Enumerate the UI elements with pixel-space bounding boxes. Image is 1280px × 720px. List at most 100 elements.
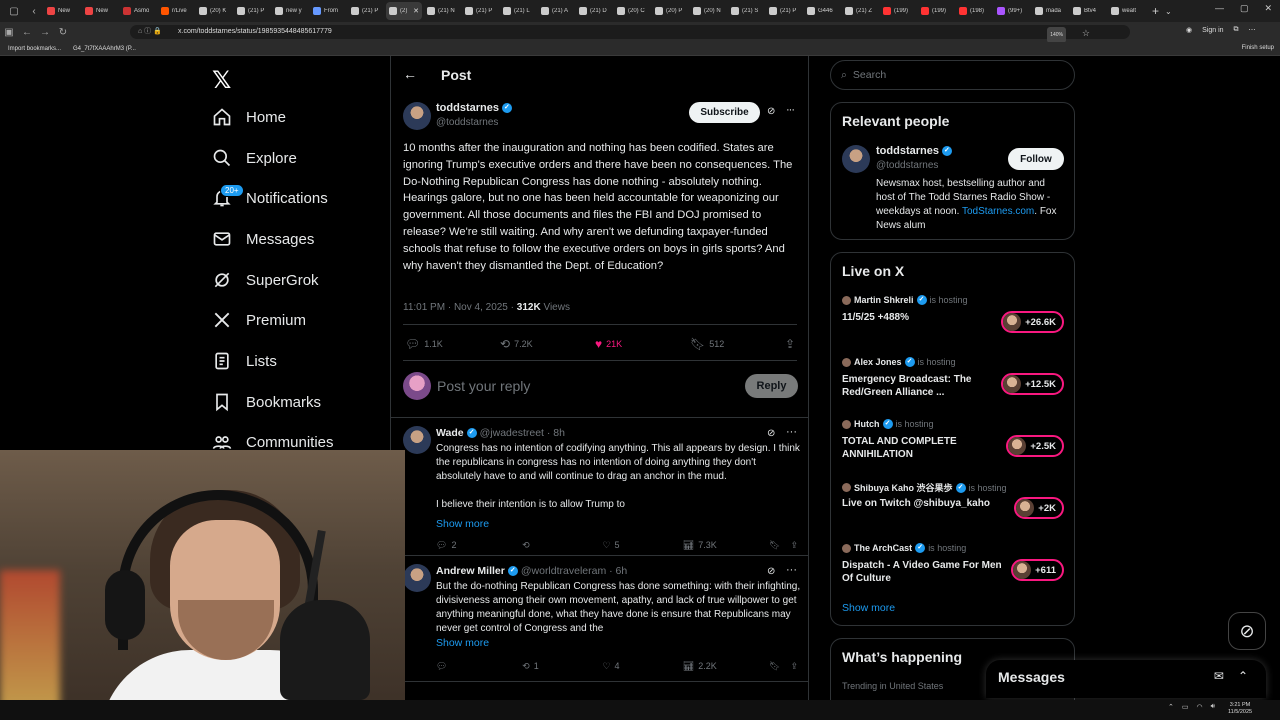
- browser-tab[interactable]: From: [310, 2, 346, 20]
- browser-tab[interactable]: (21) L: [500, 2, 536, 20]
- bookmark-star-icon[interactable]: ☆: [1082, 26, 1090, 40]
- grok-icon[interactable]: ⊘: [767, 566, 775, 577]
- live-listener-count[interactable]: +2K: [1014, 497, 1064, 519]
- menu-icon[interactable]: ⋯: [1249, 26, 1256, 34]
- reply-item[interactable]: Wade ✓ @jwadestreet · 8h ⊘ ··· Congress …: [391, 418, 809, 556]
- browser-tab[interactable]: r/Live: [158, 2, 194, 20]
- relevant-person-handle[interactable]: @toddstarnes: [876, 160, 938, 171]
- browser-tab[interactable]: G446: [804, 2, 840, 20]
- share-action[interactable]: ⇪: [785, 337, 795, 351]
- browser-tab[interactable]: wealt: [1108, 2, 1144, 20]
- network-icon[interactable]: ▭: [1182, 703, 1189, 711]
- nav-lists[interactable]: Lists: [212, 346, 277, 376]
- back-arrow-icon[interactable]: ←: [403, 66, 417, 82]
- repost-action[interactable]: ⟲: [522, 540, 602, 551]
- browser-tab[interactable]: (198): [956, 2, 992, 20]
- browser-tab[interactable]: (20) P: [652, 2, 688, 20]
- back-icon[interactable]: ←: [18, 27, 36, 38]
- show-more-link[interactable]: Show more: [436, 637, 489, 649]
- more-options-icon[interactable]: ···: [786, 426, 797, 438]
- browser-tab[interactable]: (99+): [994, 2, 1030, 20]
- maximize-icon[interactable]: ▢: [1240, 3, 1249, 14]
- browser-tab[interactable]: (21) P: [234, 2, 270, 20]
- close-window-icon[interactable]: ✕: [1264, 3, 1272, 14]
- browser-tab[interactable]: (20) C: [614, 2, 650, 20]
- browser-tab[interactable]: (21) N: [424, 2, 460, 20]
- reply-author[interactable]: Wade ✓ @jwadestreet · 8h: [436, 427, 565, 439]
- bookmark-action[interactable]: 🔖︎: [769, 661, 791, 672]
- live-item[interactable]: Alex Jones ✓ is hosting Emergency Broadcast…: [842, 357, 1064, 407]
- like-action[interactable]: ♡ 4: [602, 661, 682, 672]
- bookmark-import[interactable]: Import bookmarks...: [8, 46, 61, 52]
- reply-action[interactable]: 💬︎ 2: [436, 540, 522, 551]
- nav-supergrok[interactable]: SuperGrok: [212, 265, 319, 295]
- forward-icon[interactable]: →: [36, 27, 54, 38]
- search-input[interactable]: ⌕ Search: [830, 60, 1075, 90]
- follow-button[interactable]: Follow: [1008, 148, 1064, 170]
- volume-icon[interactable]: 🔊︎: [1211, 703, 1215, 711]
- more-options-icon[interactable]: ···: [786, 564, 797, 576]
- browser-tab[interactable]: (21) A: [538, 2, 574, 20]
- live-listener-count[interactable]: +12.5K: [1001, 373, 1064, 395]
- reply-input[interactable]: Post your reply: [437, 378, 530, 394]
- browser-tab[interactable]: (20) N: [690, 2, 726, 20]
- browser-tab[interactable]: (21) P: [766, 2, 802, 20]
- share-action[interactable]: ⇪: [790, 540, 798, 551]
- views-action[interactable]: 📊︎ 7.3K: [683, 540, 769, 551]
- browser-tab[interactable]: (2) ✕: [386, 2, 422, 20]
- repost-action[interactable]: ⟲ 1: [522, 661, 602, 672]
- reply-button[interactable]: Reply: [745, 374, 798, 398]
- zoom-level[interactable]: 140%: [1047, 27, 1066, 43]
- browser-tab[interactable]: (21) D: [576, 2, 612, 20]
- nav-explore[interactable]: Explore: [212, 143, 297, 173]
- avatar[interactable]: [842, 145, 870, 173]
- avatar[interactable]: [403, 426, 431, 454]
- browser-tab[interactable]: (21) S: [728, 2, 764, 20]
- live-item[interactable]: Hutch ✓ is hosting TOTAL AND COMPLETE ANNIH…: [842, 419, 1064, 469]
- chevron-left-icon[interactable]: ‹: [27, 4, 41, 18]
- browser-tab[interactable]: Asmo: [120, 2, 156, 20]
- browser-tab[interactable]: Btv4: [1070, 2, 1106, 20]
- bio-link[interactable]: TodStarnes.com: [962, 206, 1034, 217]
- nav-home[interactable]: Home: [212, 102, 286, 132]
- profile-icon[interactable]: ◉: [1186, 26, 1192, 34]
- more-options-icon[interactable]: ···: [786, 104, 795, 116]
- chevron-up-icon[interactable]: ⌃: [1168, 703, 1174, 711]
- nav-premium[interactable]: Premium: [212, 305, 306, 335]
- relevant-person-name[interactable]: toddstarnes ✓: [876, 145, 952, 157]
- bookmark-action[interactable]: 🔖︎ 512: [690, 337, 785, 351]
- show-more-link[interactable]: Show more: [436, 518, 489, 530]
- reply-author[interactable]: Andrew Miller ✓ @worldtraveleram · 6h: [436, 565, 627, 577]
- views-action[interactable]: 📊︎ 2.2K: [683, 661, 769, 672]
- subscribe-button[interactable]: Subscribe: [689, 102, 760, 123]
- browser-tab[interactable]: (21) P: [462, 2, 498, 20]
- live-listener-count[interactable]: +2.5K: [1006, 435, 1064, 457]
- minimize-icon[interactable]: —: [1215, 3, 1224, 14]
- live-listener-count[interactable]: +26.6K: [1001, 311, 1064, 333]
- x-logo-icon[interactable]: 𝕏: [212, 66, 231, 94]
- wifi-icon[interactable]: ◠: [1197, 703, 1203, 711]
- grok-fab-button[interactable]: ⊘: [1228, 612, 1266, 650]
- bookmark-action[interactable]: 🔖︎: [769, 540, 791, 551]
- system-clock[interactable]: 3:21 PM 11/5/2025: [1228, 702, 1252, 716]
- post-author-name[interactable]: toddstarnes ✓: [436, 102, 512, 114]
- bookmark-item[interactable]: G4_7t7fXAAAhrM3 (P...: [73, 46, 136, 52]
- grok-icon[interactable]: ⊘: [767, 428, 775, 439]
- reply-action[interactable]: 💬︎: [436, 661, 522, 672]
- new-message-icon[interactable]: ✉︎: [1214, 669, 1224, 683]
- browser-tab[interactable]: mada: [1032, 2, 1068, 20]
- like-action[interactable]: ♡ 5: [602, 540, 682, 551]
- post-author-handle[interactable]: @toddstarnes: [436, 117, 498, 128]
- live-item[interactable]: Shibuya Kaho 渋谷果歩 ✓ is hosting Live on Twit…: [842, 481, 1064, 531]
- reload-icon[interactable]: ↻: [54, 27, 72, 38]
- nav-messages[interactable]: Messages: [212, 224, 314, 254]
- extensions-icon[interactable]: ⧉: [1234, 26, 1239, 34]
- avatar[interactable]: [403, 102, 431, 130]
- browser-tab[interactable]: (21) Z: [842, 2, 878, 20]
- sidebar-toggle-icon[interactable]: ▣: [0, 27, 18, 38]
- reply-item[interactable]: Andrew Miller ✓ @worldtraveleram · 6h ⊘ …: [391, 556, 809, 682]
- messages-drawer[interactable]: Messages ✉︎ ⌃: [986, 660, 1266, 698]
- url-field[interactable]: ⌂ ⓘ 🔒 x.com/toddstarnes/status/198593544…: [130, 25, 1130, 43]
- show-more-link[interactable]: Show more: [842, 602, 895, 614]
- finish-setup-button[interactable]: Finish setup: [1242, 45, 1274, 51]
